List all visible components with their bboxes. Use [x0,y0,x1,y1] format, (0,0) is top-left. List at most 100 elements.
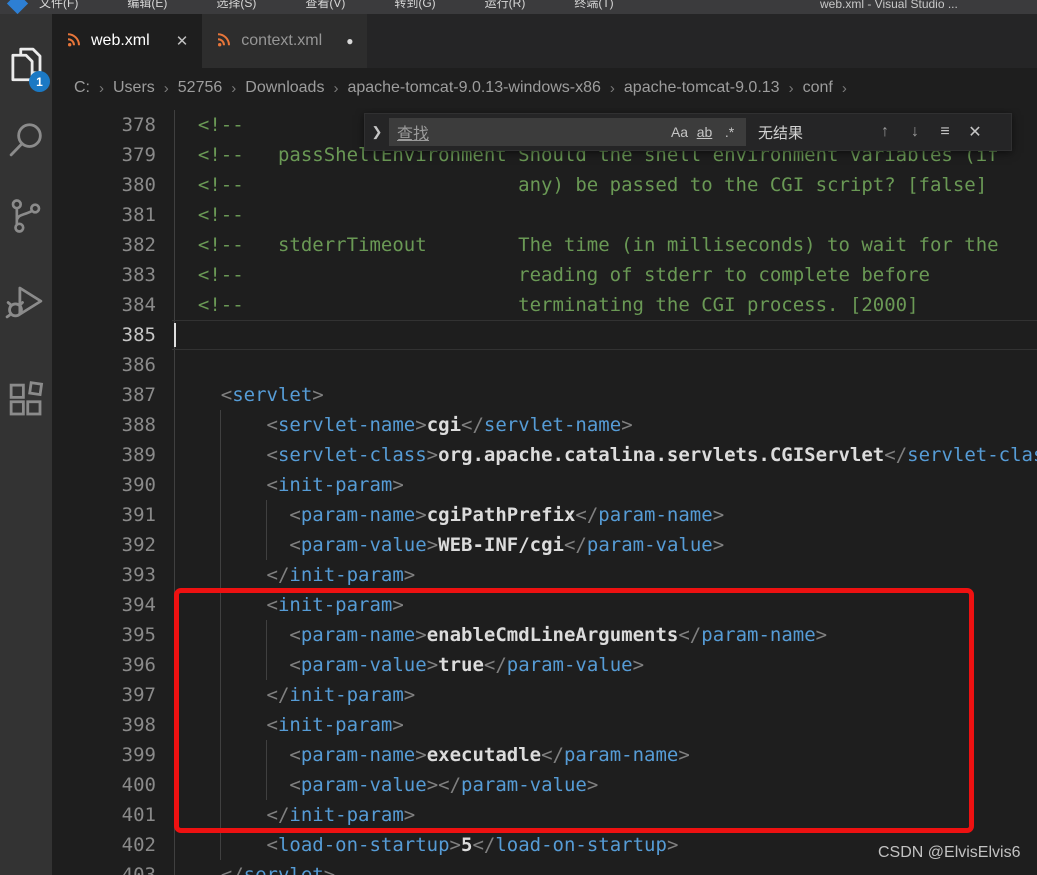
breadcrumb-item[interactable]: Downloads [245,79,324,97]
breadcrumb: C: › Users › 52756 › Downloads › apache-tomcat-9… [52,68,1037,108]
line-number: 396 [52,650,172,680]
code-text [172,320,1037,350]
line-number: 400 [52,770,172,800]
menu-item[interactable]: 选择(S) [216,0,256,14]
breadcrumb-item[interactable]: conf [803,79,833,97]
code-line[interactable]: 384 <!-- terminating the CGI process. [2… [52,290,1037,320]
tab-label: web.xml [91,32,150,50]
find-previous-button[interactable]: ↑ [870,123,900,141]
explorer-badge: 1 [29,71,50,92]
code-line[interactable]: 386 [52,350,1037,380]
code-line[interactable]: 398 <init-param> [52,710,1037,740]
menu-item[interactable]: 转到(G) [394,0,435,14]
extensions-icon[interactable] [0,374,52,426]
breadcrumb-item[interactable]: C: [74,79,90,97]
menu-item[interactable]: 文件(F) [39,0,78,14]
tab-web-xml[interactable]: web.xml ✕ [52,14,202,68]
line-number: 383 [52,260,172,290]
line-number: 389 [52,440,172,470]
code-line[interactable]: 383 <!-- reading of stderr to complete b… [52,260,1037,290]
menu-item[interactable]: 编辑(E) [127,0,167,14]
line-number: 379 [52,140,172,170]
breadcrumb-separator-icon: › [231,80,236,97]
menu-item[interactable]: 终端(T) [574,0,613,14]
code-line[interactable]: 390 <init-param> [52,470,1037,500]
find-next-button[interactable]: ↓ [900,123,930,141]
menu-bar: 文件(F) 编辑(E) 选择(S) 查看(V) 转到(G) 运行(R) 终端(T) [39,0,663,14]
code-text: <init-param> [172,470,1037,500]
code-line[interactable]: 395 <param-name>enableCmdLineArguments</… [52,620,1037,650]
watermark: CSDN @ElvisElvis6 [878,844,1020,862]
code-text: <servlet-name>cgi</servlet-name> [172,410,1037,440]
code-text: <!-- reading of stderr to complete befor… [172,260,1037,290]
breadcrumb-separator-icon: › [164,80,169,97]
modified-dot-icon[interactable]: ● [346,34,353,48]
code-line[interactable]: 401 </init-param> [52,800,1037,830]
code-line[interactable]: 388 <servlet-name>cgi</servlet-name> [52,410,1037,440]
match-case-button[interactable]: Aa [667,124,692,140]
find-expand-chevron-icon[interactable]: ❯ [365,124,389,140]
search-icon[interactable] [0,114,52,166]
code-line[interactable]: 385 [52,320,1037,350]
source-control-icon[interactable] [0,190,52,242]
whole-word-button[interactable]: ab [692,124,717,140]
line-number: 384 [52,290,172,320]
explorer-icon[interactable]: 1 [0,38,52,90]
code-editor[interactable]: 378 <!--379 <!-- passShellEnvironment Sh… [52,108,1037,875]
code-line[interactable]: 403 </servlet> [52,860,1037,875]
code-text: <param-value>WEB-INF/cgi</param-value> [172,530,1037,560]
line-number: 381 [52,200,172,230]
code-line[interactable]: 400 <param-value></param-value> [52,770,1037,800]
code-line[interactable]: 391 <param-name>cgiPathPrefix</param-nam… [52,500,1037,530]
run-debug-icon[interactable] [0,276,52,328]
tab-context-xml[interactable]: context.xml ● [202,14,367,68]
line-number: 392 [52,530,172,560]
find-close-button[interactable]: ✕ [960,122,990,142]
code-line[interactable]: 394 <init-param> [52,590,1037,620]
window-title: web.xml - Visual Studio ... [820,0,958,14]
code-line[interactable]: 382 <!-- stderrTimeout The time (in mill… [52,230,1037,260]
code-line[interactable]: 380 <!-- any) be passed to the CGI scrip… [52,170,1037,200]
breadcrumb-item[interactable]: Users [113,79,155,97]
code-text: </servlet> [172,860,1037,875]
breadcrumb-separator-icon: › [99,80,104,97]
breadcrumb-item[interactable]: apache-tomcat-9.0.13-windows-x86 [347,79,600,97]
breadcrumb-separator-icon: › [333,80,338,97]
code-line[interactable]: 381 <!-- [52,200,1037,230]
code-text: <!-- stderrTimeout The time (in millisec… [172,230,1037,260]
code-line[interactable]: 392 <param-value>WEB-INF/cgi</param-valu… [52,530,1037,560]
menu-item[interactable]: 运行(R) [485,0,526,14]
line-number: 382 [52,230,172,260]
menu-item[interactable]: 查看(V) [305,0,345,14]
line-number: 390 [52,470,172,500]
code-line[interactable]: 397 </init-param> [52,680,1037,710]
find-in-selection-button[interactable]: ≡ [930,123,960,141]
code-rows: 378 <!--379 <!-- passShellEnvironment Sh… [52,110,1037,875]
code-line[interactable]: 396 <param-value>true</param-value> [52,650,1037,680]
breadcrumb-item[interactable]: 52756 [178,79,223,97]
line-number: 399 [52,740,172,770]
regex-button[interactable]: .* [717,124,742,140]
code-text: </init-param> [172,680,1037,710]
breadcrumb-separator-icon: › [842,80,847,97]
find-results-label: 无结果 [758,122,870,143]
code-text: <!-- any) be passed to the CGI script? [… [172,170,1037,200]
find-input[interactable]: 查找 Aa ab .* [389,118,746,146]
code-text: <!-- terminating the CGI process. [2000] [172,290,1037,320]
code-line[interactable]: 399 <param-name>executadle</param-name> [52,740,1037,770]
code-line[interactable]: 389 <servlet-class>org.apache.catalina.s… [52,440,1037,470]
tab-close-icon[interactable]: ✕ [176,32,189,50]
code-text: <param-value></param-value> [172,770,1037,800]
find-widget[interactable]: ❯ 查找 Aa ab .* 无结果 ↑ ↓ ≡ ✕ [364,113,1012,151]
vscode-logo-icon [7,0,28,14]
line-number: 403 [52,860,172,875]
code-line[interactable]: 393 </init-param> [52,560,1037,590]
line-number: 397 [52,680,172,710]
breadcrumb-item[interactable]: apache-tomcat-9.0.13 [624,79,780,97]
find-placeholder: 查找 [397,120,667,144]
code-line[interactable]: 387 <servlet> [52,380,1037,410]
code-text: </init-param> [172,800,1037,830]
line-number: 380 [52,170,172,200]
code-text: <servlet-class>org.apache.catalina.servl… [172,440,1037,470]
xml-file-icon [216,31,232,52]
